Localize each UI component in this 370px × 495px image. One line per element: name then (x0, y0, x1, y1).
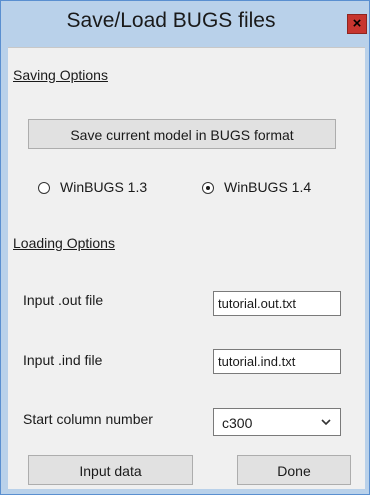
ind-file-input[interactable]: tutorial.ind.txt (213, 349, 341, 374)
save-model-button[interactable]: Save current model in BUGS format (28, 119, 336, 149)
radio-selected-dot (206, 186, 210, 190)
dialog-window: Save/Load BUGS files × Saving Options Sa… (0, 0, 370, 495)
radio-label-winbugs-13: WinBUGS 1.3 (60, 179, 148, 195)
radio-winbugs-14[interactable]: WinBUGS 1.4 (202, 179, 332, 199)
title-bar[interactable]: Save/Load BUGS files × (1, 1, 369, 47)
out-file-input[interactable]: tutorial.out.txt (213, 291, 341, 316)
radio-circle-selected[interactable] (202, 182, 214, 194)
start-column-select[interactable]: c300 (213, 408, 341, 436)
loading-options-heading: Loading Options (13, 235, 115, 251)
ind-file-label: Input .ind file (23, 352, 103, 368)
window-title: Save/Load BUGS files (66, 9, 276, 32)
close-button[interactable]: × (347, 14, 367, 34)
chevron-down-icon[interactable] (320, 416, 332, 431)
close-icon: × (352, 15, 362, 32)
dialog-client-area: Saving Options Save current model in BUG… (8, 47, 365, 489)
out-file-label: Input .out file (23, 292, 104, 308)
input-data-button[interactable]: Input data (28, 455, 193, 485)
radio-circle[interactable] (38, 182, 50, 194)
saving-options-heading: Saving Options (13, 67, 108, 83)
done-button[interactable]: Done (237, 455, 351, 485)
start-column-value: c300 (222, 415, 253, 431)
start-column-label: Start column number (23, 411, 153, 427)
radio-winbugs-13[interactable]: WinBUGS 1.3 (38, 179, 158, 199)
radio-label-winbugs-14: WinBUGS 1.4 (224, 179, 312, 195)
